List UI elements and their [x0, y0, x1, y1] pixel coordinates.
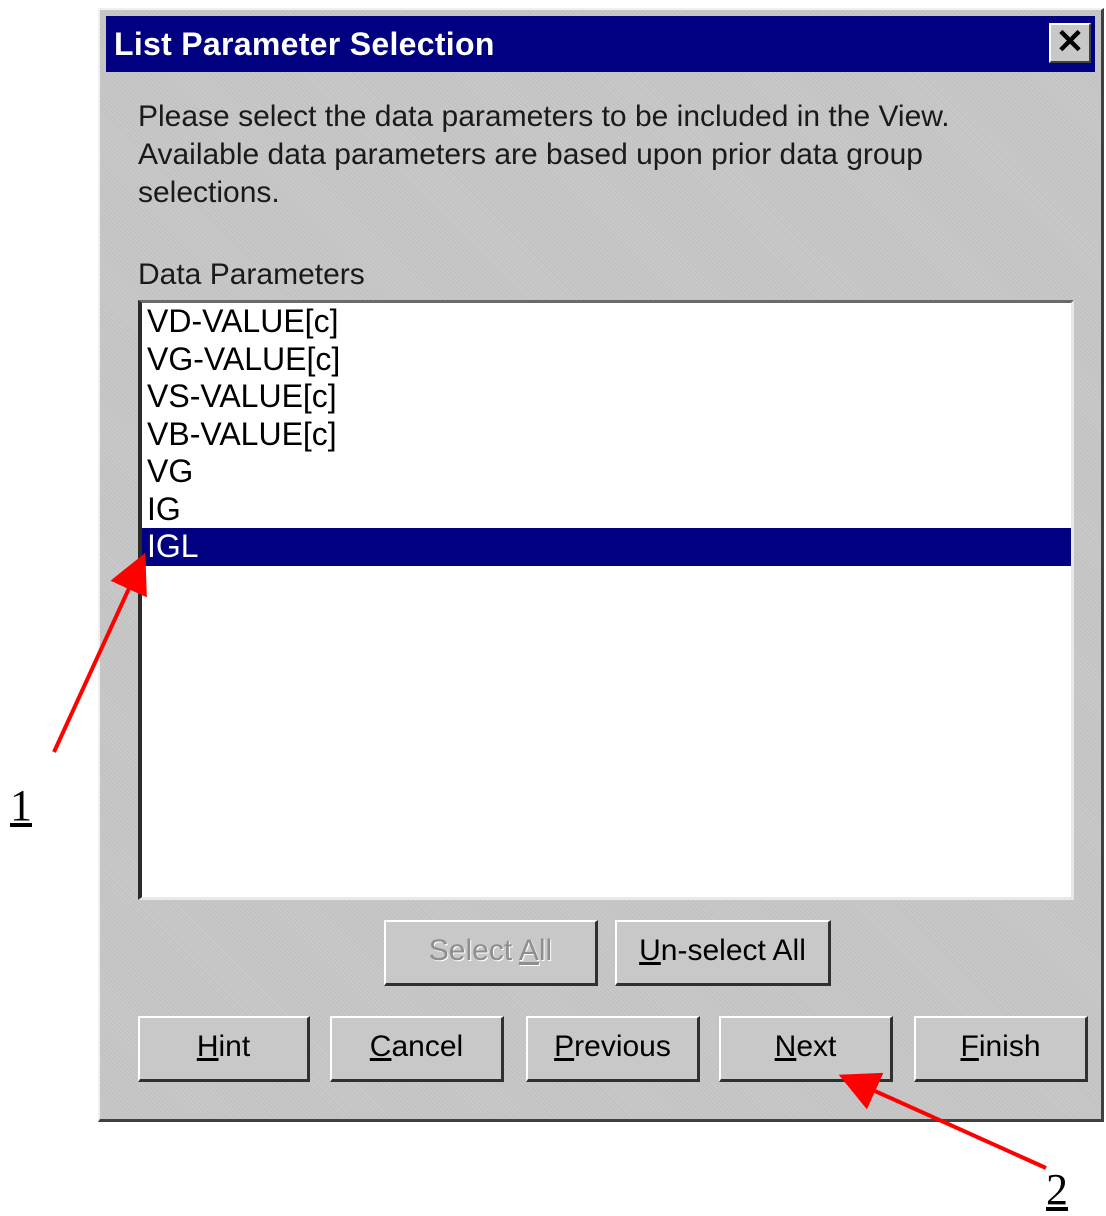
cancel-button[interactable]: Cancel: [330, 1016, 504, 1082]
select-all-label-a: Select: [428, 934, 519, 967]
previous-button[interactable]: Previous: [526, 1016, 700, 1082]
select-all-label-b: ll: [538, 934, 553, 967]
instructions-line-1: Please select the data parameters to be …: [138, 100, 950, 133]
previous-mnemonic: P: [554, 1030, 575, 1063]
callout-2-label: 2: [1046, 1165, 1068, 1214]
list-item-selected[interactable]: IGL: [142, 528, 1071, 566]
cancel-mnemonic: C: [369, 1030, 392, 1063]
data-parameters-listbox[interactable]: VD-VALUE[c] VG-VALUE[c] VS-VALUE[c] VB-V…: [138, 300, 1074, 900]
title-bar[interactable]: List Parameter Selection ✕: [106, 16, 1095, 72]
data-parameters-label: Data Parameters: [138, 258, 365, 291]
instructions-text: Please select the data parameters to be …: [138, 98, 1038, 212]
instructions-line-2: Available data parameters are based upon…: [138, 138, 923, 171]
hint-label: int: [218, 1030, 251, 1063]
list-item[interactable]: VG: [142, 453, 1071, 491]
instructions-line-3: selections.: [138, 176, 280, 209]
select-all-button[interactable]: Select All: [384, 920, 598, 986]
next-button[interactable]: Next: [719, 1016, 893, 1082]
previous-label: revious: [574, 1030, 671, 1063]
list-item[interactable]: VD-VALUE[c]: [142, 303, 1071, 341]
next-mnemonic: N: [774, 1030, 797, 1063]
unselect-all-button[interactable]: Un-select All: [615, 920, 831, 986]
next-label: ext: [796, 1030, 837, 1063]
hint-mnemonic: H: [196, 1030, 219, 1063]
unselect-all-label: n-select All: [660, 934, 806, 967]
unselect-all-mnemonic: U: [639, 934, 661, 967]
callout-1-label: 1: [10, 781, 32, 830]
screenshot-stage: List Parameter Selection ✕ Please select…: [0, 0, 1106, 1216]
hint-button[interactable]: Hint: [138, 1016, 310, 1082]
finish-button[interactable]: Finish: [914, 1016, 1088, 1082]
select-all-mnemonic: A: [518, 934, 539, 967]
finish-mnemonic: F: [960, 1030, 979, 1063]
finish-label: inish: [978, 1030, 1041, 1063]
list-parameter-selection-dialog: List Parameter Selection ✕ Please select…: [98, 8, 1104, 1122]
close-button[interactable]: ✕: [1049, 23, 1091, 63]
close-icon: ✕: [1055, 23, 1085, 61]
list-item[interactable]: VS-VALUE[c]: [142, 378, 1071, 416]
dialog-title: List Parameter Selection: [114, 26, 495, 62]
list-item[interactable]: VB-VALUE[c]: [142, 416, 1071, 454]
list-item[interactable]: IG: [142, 491, 1071, 529]
list-item[interactable]: VG-VALUE[c]: [142, 341, 1071, 379]
cancel-label: ancel: [391, 1030, 464, 1063]
